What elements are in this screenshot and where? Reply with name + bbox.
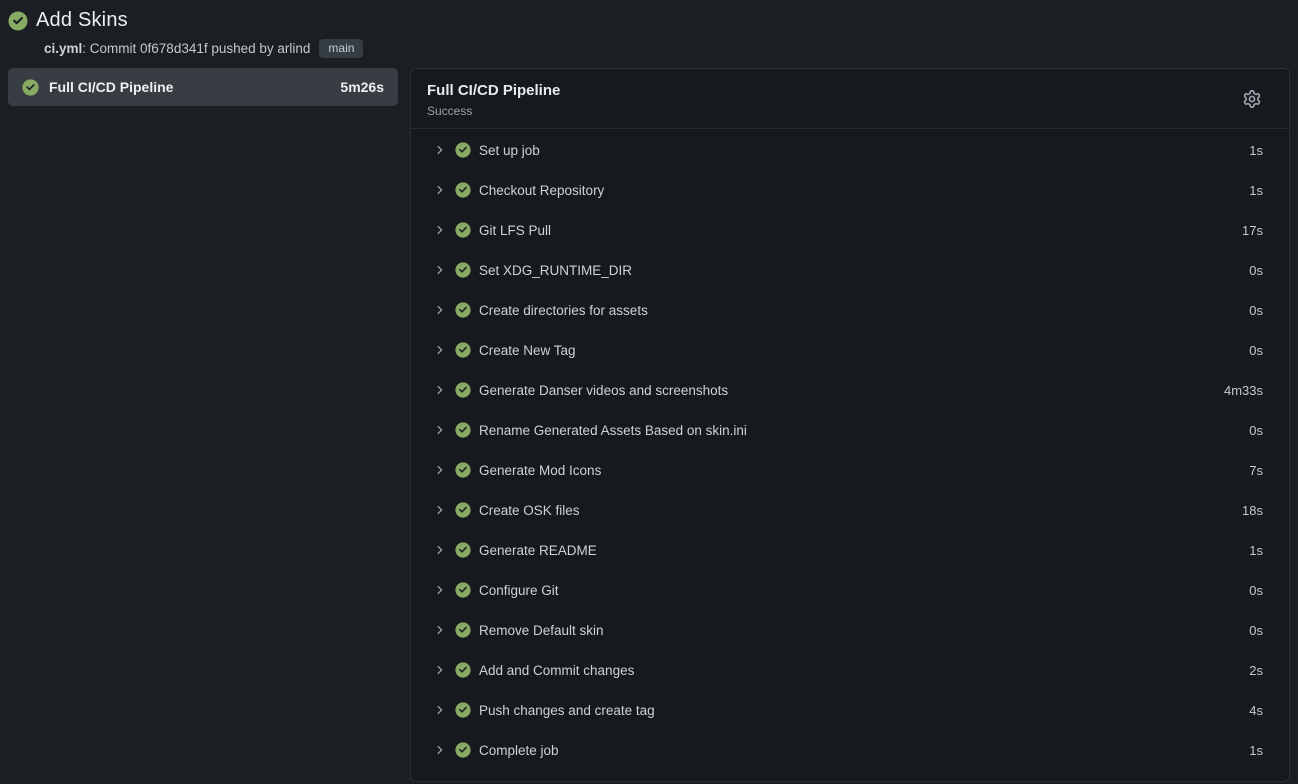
step-name: Create New Tag xyxy=(479,343,1249,358)
step-duration: 1s xyxy=(1249,183,1263,198)
step-duration: 0s xyxy=(1249,303,1263,318)
chevron-right-icon[interactable] xyxy=(434,624,446,636)
step-name: Add and Commit changes xyxy=(479,663,1249,678)
job-panel-title: Full CI/CD Pipeline xyxy=(427,80,1273,101)
chevron-right-icon[interactable] xyxy=(434,424,446,436)
step-row[interactable]: Git LFS Pull 17s xyxy=(411,210,1289,250)
chevron-right-icon[interactable] xyxy=(434,544,446,556)
chevron-right-icon[interactable] xyxy=(434,384,446,396)
step-row[interactable]: Generate Mod Icons 7s xyxy=(411,450,1289,490)
success-check-icon xyxy=(455,182,471,198)
step-row[interactable]: Create New Tag 0s xyxy=(411,330,1289,370)
step-duration: 0s xyxy=(1249,583,1263,598)
step-name: Create directories for assets xyxy=(479,303,1249,318)
success-check-icon xyxy=(455,462,471,478)
success-check-icon xyxy=(8,11,28,31)
success-check-icon xyxy=(22,79,39,96)
step-name: Remove Default skin xyxy=(479,623,1249,638)
chevron-right-icon[interactable] xyxy=(434,144,446,156)
sidebar-job-full-pipeline[interactable]: Full CI/CD Pipeline 5m26s xyxy=(8,68,398,106)
success-check-icon xyxy=(455,542,471,558)
step-row[interactable]: Set up job 1s xyxy=(411,130,1289,170)
step-name: Create OSK files xyxy=(479,503,1242,518)
success-check-icon xyxy=(455,702,471,718)
run-subtitle: ci.yml: Commit 0f678d341f pushed by arli… xyxy=(44,37,1290,59)
step-name: Generate README xyxy=(479,543,1249,558)
steps-list: Set up job 1s Checkout Repository 1s Git… xyxy=(411,129,1289,781)
step-duration: 0s xyxy=(1249,263,1263,278)
success-check-icon xyxy=(455,342,471,358)
success-check-icon xyxy=(455,742,471,758)
run-header: Add Skins ci.yml: Commit 0f678d341f push… xyxy=(0,0,1298,59)
success-check-icon xyxy=(455,262,471,278)
step-row[interactable]: Generate README 1s xyxy=(411,530,1289,570)
branch-badge[interactable]: main xyxy=(319,39,363,58)
step-row[interactable]: Configure Git 0s xyxy=(411,570,1289,610)
step-name: Git LFS Pull xyxy=(479,223,1242,238)
step-duration: 0s xyxy=(1249,343,1263,358)
step-name: Checkout Repository xyxy=(479,183,1249,198)
step-duration: 2s xyxy=(1249,663,1263,678)
chevron-right-icon[interactable] xyxy=(434,304,446,316)
step-row[interactable]: Add and Commit changes 2s xyxy=(411,650,1289,690)
gear-icon[interactable] xyxy=(1242,90,1262,110)
step-duration: 7s xyxy=(1249,463,1263,478)
success-check-icon xyxy=(455,422,471,438)
workflow-file-name: ci.yml xyxy=(44,41,82,56)
chevron-right-icon[interactable] xyxy=(434,264,446,276)
success-check-icon xyxy=(455,142,471,158)
step-row[interactable]: Set XDG_RUNTIME_DIR 0s xyxy=(411,250,1289,290)
step-name: Complete job xyxy=(479,743,1249,758)
step-row[interactable]: Create directories for assets 0s xyxy=(411,290,1289,330)
success-check-icon xyxy=(455,222,471,238)
step-name: Set XDG_RUNTIME_DIR xyxy=(479,263,1249,278)
step-duration: 0s xyxy=(1249,623,1263,638)
step-row[interactable]: Complete job 1s xyxy=(411,730,1289,770)
step-row[interactable]: Checkout Repository 1s xyxy=(411,170,1289,210)
step-duration: 17s xyxy=(1242,223,1263,238)
step-duration: 4m33s xyxy=(1224,383,1263,398)
step-name: Set up job xyxy=(479,143,1249,158)
success-check-icon xyxy=(455,582,471,598)
step-row[interactable]: Create OSK files 18s xyxy=(411,490,1289,530)
step-name: Generate Mod Icons xyxy=(479,463,1249,478)
step-name: Rename Generated Assets Based on skin.in… xyxy=(479,423,1249,438)
chevron-right-icon[interactable] xyxy=(434,744,446,756)
success-check-icon xyxy=(455,502,471,518)
chevron-right-icon[interactable] xyxy=(434,664,446,676)
step-duration: 1s xyxy=(1249,743,1263,758)
job-name: Full CI/CD Pipeline xyxy=(49,79,330,95)
chevron-right-icon[interactable] xyxy=(434,464,446,476)
chevron-right-icon[interactable] xyxy=(434,504,446,516)
step-row[interactable]: Rename Generated Assets Based on skin.in… xyxy=(411,410,1289,450)
step-duration: 1s xyxy=(1249,143,1263,158)
step-row[interactable]: Push changes and create tag 4s xyxy=(411,690,1289,730)
jobs-sidebar: Full CI/CD Pipeline 5m26s xyxy=(8,68,398,106)
step-name: Push changes and create tag xyxy=(479,703,1249,718)
chevron-right-icon[interactable] xyxy=(434,704,446,716)
chevron-right-icon[interactable] xyxy=(434,344,446,356)
commit-text: : Commit 0f678d341f pushed by arlind xyxy=(82,41,310,56)
chevron-right-icon[interactable] xyxy=(434,184,446,196)
success-check-icon xyxy=(455,382,471,398)
step-duration: 0s xyxy=(1249,423,1263,438)
run-title: Add Skins xyxy=(36,9,128,32)
success-check-icon xyxy=(455,302,471,318)
job-detail-panel: Full CI/CD Pipeline Success Set up job 1… xyxy=(410,68,1290,782)
step-name: Generate Danser videos and screenshots xyxy=(479,383,1224,398)
step-name: Configure Git xyxy=(479,583,1249,598)
job-status-text: Success xyxy=(427,103,1273,119)
step-duration: 18s xyxy=(1242,503,1263,518)
job-panel-header: Full CI/CD Pipeline Success xyxy=(411,69,1289,129)
step-duration: 1s xyxy=(1249,543,1263,558)
step-row[interactable]: Generate Danser videos and screenshots 4… xyxy=(411,370,1289,410)
job-duration: 5m26s xyxy=(340,79,384,95)
success-check-icon xyxy=(455,622,471,638)
step-row[interactable]: Remove Default skin 0s xyxy=(411,610,1289,650)
chevron-right-icon[interactable] xyxy=(434,584,446,596)
success-check-icon xyxy=(455,662,471,678)
step-duration: 4s xyxy=(1249,703,1263,718)
chevron-right-icon[interactable] xyxy=(434,224,446,236)
